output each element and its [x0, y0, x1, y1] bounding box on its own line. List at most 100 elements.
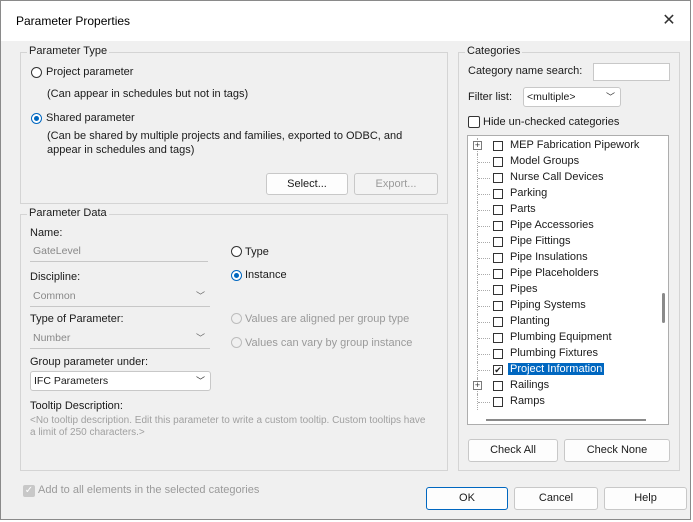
name-label: Name: — [30, 227, 63, 239]
project-parameter-label: Project parameter — [46, 66, 134, 78]
category-label: Ramps — [510, 395, 545, 407]
category-item[interactable]: Parts — [468, 202, 666, 218]
check-all-button[interactable]: Check All — [468, 439, 558, 462]
category-checkbox[interactable] — [493, 189, 503, 199]
category-checkbox[interactable] — [493, 141, 503, 151]
category-checkbox[interactable] — [493, 317, 503, 327]
type-of-parameter-dropdown[interactable]: Number ﹀ — [30, 329, 210, 349]
tree-branch — [478, 178, 490, 179]
expand-icon[interactable]: + — [473, 381, 482, 390]
tree-branch — [478, 162, 490, 163]
title-bar: Parameter Properties ✕ — [1, 1, 690, 41]
parameter-properties-dialog: Parameter Properties ✕ Parameter Type Pr… — [0, 0, 691, 520]
category-checkbox[interactable] — [493, 269, 503, 279]
chevron-down-icon: ﹀ — [195, 333, 205, 343]
shared-parameter-radio[interactable] — [31, 113, 42, 124]
category-checkbox[interactable] — [493, 285, 503, 295]
tree-branch — [478, 306, 490, 307]
project-parameter-radio[interactable] — [31, 67, 42, 78]
category-label: MEP Fabrication Pipework — [510, 139, 640, 151]
category-item[interactable]: Nurse Call Devices — [468, 170, 666, 186]
category-list[interactable]: + MEP Fabrication Pipework Model Groups Nur… — [467, 135, 669, 425]
type-of-parameter-value: Number — [33, 332, 71, 344]
category-item[interactable]: + Railings — [468, 378, 666, 394]
values-vary-label: Values can vary by group instance — [245, 337, 413, 349]
horizontal-scrollbar[interactable] — [486, 419, 646, 421]
category-label: Planting — [510, 315, 550, 327]
category-item[interactable]: Pipe Accessories — [468, 218, 666, 234]
category-checkbox[interactable] — [493, 237, 503, 247]
tooltip-description[interactable]: <No tooltip description. Edit this param… — [30, 415, 445, 435]
category-checkbox[interactable] — [493, 173, 503, 183]
category-item[interactable]: Pipes — [468, 282, 666, 298]
instance-radio[interactable] — [231, 270, 242, 281]
category-item[interactable]: Piping Systems — [468, 298, 666, 314]
category-checkbox[interactable] — [493, 333, 503, 343]
category-label: Pipes — [510, 283, 538, 295]
tree-branch — [478, 274, 490, 275]
category-label: Railings — [510, 379, 550, 391]
ok-button[interactable]: OK — [426, 487, 508, 510]
discipline-dropdown[interactable]: Common ﹀ — [30, 287, 210, 307]
tooltip-line-2: a limit of 250 characters.> — [30, 427, 145, 435]
category-checkbox[interactable] — [493, 221, 503, 231]
category-checkbox[interactable] — [493, 301, 503, 311]
category-search-input[interactable] — [593, 63, 670, 81]
group-parameter-dropdown[interactable]: IFC Parameters ﹀ — [30, 371, 211, 391]
chevron-down-icon: ﹀ — [195, 376, 205, 386]
category-item[interactable]: Plumbing Fixtures — [468, 346, 666, 362]
category-label: Model Groups — [510, 155, 580, 167]
category-item[interactable]: + MEP Fabrication Pipework — [468, 138, 666, 154]
type-of-parameter-label: Type of Parameter: — [30, 313, 124, 325]
filter-list-value: <multiple> — [527, 91, 576, 103]
values-aligned-label: Values are aligned per group type — [245, 313, 410, 325]
category-item[interactable]: Planting — [468, 314, 666, 330]
filter-list-label: Filter list: — [468, 91, 512, 103]
tree-branch — [478, 258, 490, 259]
close-icon[interactable]: ✕ — [658, 11, 680, 31]
category-checkbox[interactable] — [493, 205, 503, 215]
category-search-label: Category name search: — [468, 65, 583, 77]
category-item[interactable]: Pipe Fittings — [468, 234, 666, 250]
category-item[interactable]: Ramps — [468, 394, 666, 410]
category-label: Plumbing Equipment — [510, 331, 612, 343]
tree-branch — [478, 210, 490, 211]
tree-branch — [478, 194, 490, 195]
check-none-button[interactable]: Check None — [564, 439, 670, 462]
type-radio[interactable] — [231, 246, 242, 257]
values-vary-radio[interactable] — [231, 337, 242, 348]
add-to-all-label: Add to all elements in the selected cate… — [38, 484, 260, 496]
select-button[interactable]: Select... — [266, 173, 348, 195]
hide-unchecked-checkbox[interactable] — [468, 116, 480, 128]
category-item[interactable]: Pipe Placeholders — [468, 266, 666, 282]
category-checkbox[interactable] — [493, 381, 503, 391]
tree-branch — [478, 402, 490, 403]
tree-branch — [478, 242, 490, 243]
export-button[interactable]: Export... — [354, 173, 438, 195]
parameter-data-label: Parameter Data — [27, 207, 109, 219]
category-item[interactable]: Pipe Insulations — [468, 250, 666, 266]
add-to-all-checkbox[interactable]: ✓ — [23, 485, 35, 497]
filter-list-dropdown[interactable]: <multiple> ﹀ — [523, 87, 621, 107]
category-item[interactable]: Plumbing Equipment — [468, 330, 666, 346]
category-item[interactable]: Model Groups — [468, 154, 666, 170]
category-item[interactable]: Parking — [468, 186, 666, 202]
expand-icon[interactable]: + — [473, 141, 482, 150]
category-checkbox[interactable] — [493, 397, 503, 407]
tree-branch — [478, 226, 490, 227]
tree-branch — [478, 354, 490, 355]
category-checkbox[interactable] — [493, 253, 503, 263]
vertical-scrollbar[interactable] — [662, 293, 665, 323]
values-aligned-radio[interactable] — [231, 313, 242, 324]
shared-parameter-desc-1: (Can be shared by multiple projects and … — [47, 130, 403, 142]
tree-branch — [478, 322, 490, 323]
help-button[interactable]: Help — [604, 487, 687, 510]
cancel-button[interactable]: Cancel — [514, 487, 598, 510]
name-field[interactable]: GateLevel — [30, 242, 208, 262]
category-checkbox[interactable] — [493, 349, 503, 359]
category-item[interactable]: ✔ Project Information — [468, 362, 666, 378]
category-label: Parking — [510, 187, 548, 199]
category-checkbox[interactable]: ✔ — [493, 365, 503, 375]
category-label: Plumbing Fixtures — [510, 347, 599, 359]
category-checkbox[interactable] — [493, 157, 503, 167]
